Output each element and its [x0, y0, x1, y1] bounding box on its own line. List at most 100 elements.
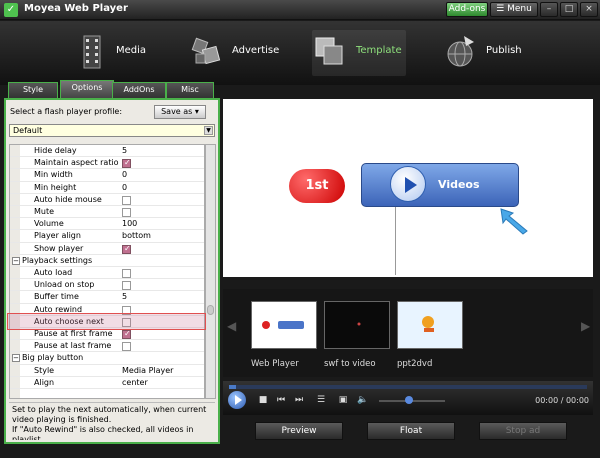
- collapse-toggle-icon[interactable]: −: [12, 256, 20, 265]
- property-row[interactable]: Maintain aspect ratio: [10, 157, 204, 170]
- property-row[interactable]: Auto hide mouse: [10, 194, 204, 206]
- property-value[interactable]: 100: [122, 219, 137, 228]
- thumbnail-label-ppt2dvd: ppt2dvd: [397, 359, 433, 369]
- next-icon[interactable]: ⏭: [293, 394, 305, 406]
- property-row[interactable]: Player align bottom: [10, 230, 204, 243]
- stop-ad-button[interactable]: Stop ad: [479, 422, 567, 440]
- property-value[interactable]: center: [122, 378, 148, 387]
- chevron-left-icon[interactable]: ◀: [227, 319, 237, 339]
- volume-slider-knob[interactable]: [404, 396, 413, 404]
- nav-item-publish[interactable]: Publish: [444, 30, 534, 76]
- play-button[interactable]: [228, 391, 246, 409]
- property-row[interactable]: Style Media Player: [10, 365, 204, 377]
- float-button[interactable]: Float: [367, 422, 455, 440]
- tab-options[interactable]: Options: [60, 80, 114, 98]
- property-category[interactable]: − Playback settings: [10, 255, 204, 267]
- property-grid-scrollbar[interactable]: [205, 144, 216, 399]
- scrollbar-thumb[interactable]: [207, 305, 214, 315]
- property-checkbox[interactable]: [122, 195, 131, 205]
- collapse-toggle-icon[interactable]: −: [12, 354, 20, 363]
- property-row[interactable]: Pause at last frame: [10, 340, 204, 353]
- property-name: Playback settings: [22, 255, 93, 265]
- play-icon: [390, 166, 426, 202]
- property-row[interactable]: Hide delay 5: [10, 145, 204, 158]
- property-checkbox[interactable]: [122, 269, 131, 278]
- maximize-icon: □: [564, 4, 574, 14]
- previous-icon[interactable]: ⏮: [275, 394, 287, 406]
- property-category[interactable]: − Big play button: [10, 352, 204, 365]
- property-name: Maintain aspect ratio: [34, 158, 119, 168]
- property-row[interactable]: Show player: [10, 243, 204, 255]
- property-checkbox[interactable]: [122, 244, 131, 254]
- property-name: Pause at last frame: [34, 341, 112, 351]
- property-name: Unload on stop: [34, 280, 95, 290]
- minimize-icon: –: [546, 4, 552, 14]
- save-as-button[interactable]: Save as ▾: [154, 105, 206, 119]
- window-title: Moyea Web Player: [24, 3, 128, 14]
- property-row[interactable]: Align center: [10, 377, 204, 389]
- property-checkbox[interactable]: [122, 342, 131, 352]
- property-checkbox[interactable]: [122, 208, 131, 217]
- property-checkbox[interactable]: [122, 329, 131, 339]
- tab-misc[interactable]: Misc: [166, 82, 214, 98]
- property-value[interactable]: 5: [122, 292, 127, 301]
- playlist-icon[interactable]: ☰: [315, 394, 327, 406]
- property-name: Mute: [34, 207, 55, 216]
- menu-button[interactable]: ☰ Menu: [490, 2, 538, 17]
- property-name: Pause at first frame: [34, 329, 113, 338]
- nav-item-advertise[interactable]: Advertise: [190, 30, 280, 76]
- property-row[interactable]: Mute: [10, 206, 204, 219]
- property-row[interactable]: Min width 0: [10, 169, 204, 182]
- chevron-down-icon[interactable]: ▼: [204, 126, 213, 135]
- pointer-arrow-icon: [500, 208, 528, 235]
- property-row[interactable]: Auto load: [10, 267, 204, 280]
- minimize-button[interactable]: –: [540, 2, 558, 17]
- property-name: Hide delay: [34, 146, 77, 155]
- property-value[interactable]: bottom: [122, 231, 151, 240]
- property-row[interactable]: Unload on stop: [10, 279, 204, 292]
- preview-button[interactable]: Preview: [255, 422, 343, 440]
- thumbnail-web-player[interactable]: [251, 301, 317, 349]
- addons-button[interactable]: Add-ons: [446, 2, 488, 17]
- preview-connector-line: [395, 207, 396, 275]
- property-name: Min width: [34, 170, 73, 180]
- property-row[interactable]: Volume 100: [10, 218, 204, 231]
- property-value[interactable]: 0: [122, 183, 127, 192]
- thumbnail-swf-to-video-image: [357, 322, 361, 326]
- profile-select[interactable]: Default ▼: [9, 124, 215, 137]
- nav-label-media: Media: [116, 45, 147, 56]
- property-name: Show player: [34, 243, 84, 253]
- template-preview: 1st Videos: [223, 99, 593, 277]
- nav-label-template: Template: [356, 45, 402, 56]
- property-name: Auto load: [34, 268, 73, 277]
- tab-style[interactable]: Style: [8, 82, 58, 98]
- close-button[interactable]: ×: [580, 2, 598, 17]
- property-row[interactable]: Pause at first frame: [10, 328, 204, 341]
- fullscreen-icon[interactable]: ▣: [337, 394, 349, 406]
- progress-fill: [229, 385, 237, 389]
- property-row[interactable]: Buffer time 5: [10, 291, 204, 304]
- thumbnail-swf-to-video[interactable]: [324, 301, 390, 349]
- stop-icon[interactable]: ■: [257, 394, 269, 406]
- preview-buttons: Preview Float Stop ad: [223, 419, 593, 443]
- tab-addons[interactable]: AddOns: [112, 82, 166, 98]
- property-value[interactable]: 0: [122, 170, 127, 179]
- progress-bar[interactable]: [229, 385, 587, 389]
- property-description: Set to play the next automatically, when…: [9, 402, 215, 440]
- property-value[interactable]: Media Player: [122, 366, 173, 375]
- thumbnail-ppt2dvd[interactable]: [397, 301, 463, 349]
- property-name: Player align: [34, 231, 81, 241]
- preview-video-label: Videos: [438, 178, 480, 191]
- settings-tabs: Style Options AddOns Misc: [4, 80, 220, 98]
- nav-item-media[interactable]: Media: [76, 30, 156, 76]
- maximize-button[interactable]: □: [560, 2, 578, 17]
- property-value[interactable]: 5: [122, 146, 127, 155]
- property-row[interactable]: Min height 0: [10, 182, 204, 194]
- property-checkbox[interactable]: [122, 158, 131, 169]
- property-checkbox[interactable]: [122, 281, 131, 291]
- nav-item-template[interactable]: Template: [312, 30, 406, 76]
- chevron-right-icon[interactable]: ▶: [581, 319, 591, 339]
- publish-globe-icon: [447, 36, 474, 67]
- property-name: Volume: [34, 219, 64, 229]
- volume-icon[interactable]: 🔈: [357, 394, 369, 406]
